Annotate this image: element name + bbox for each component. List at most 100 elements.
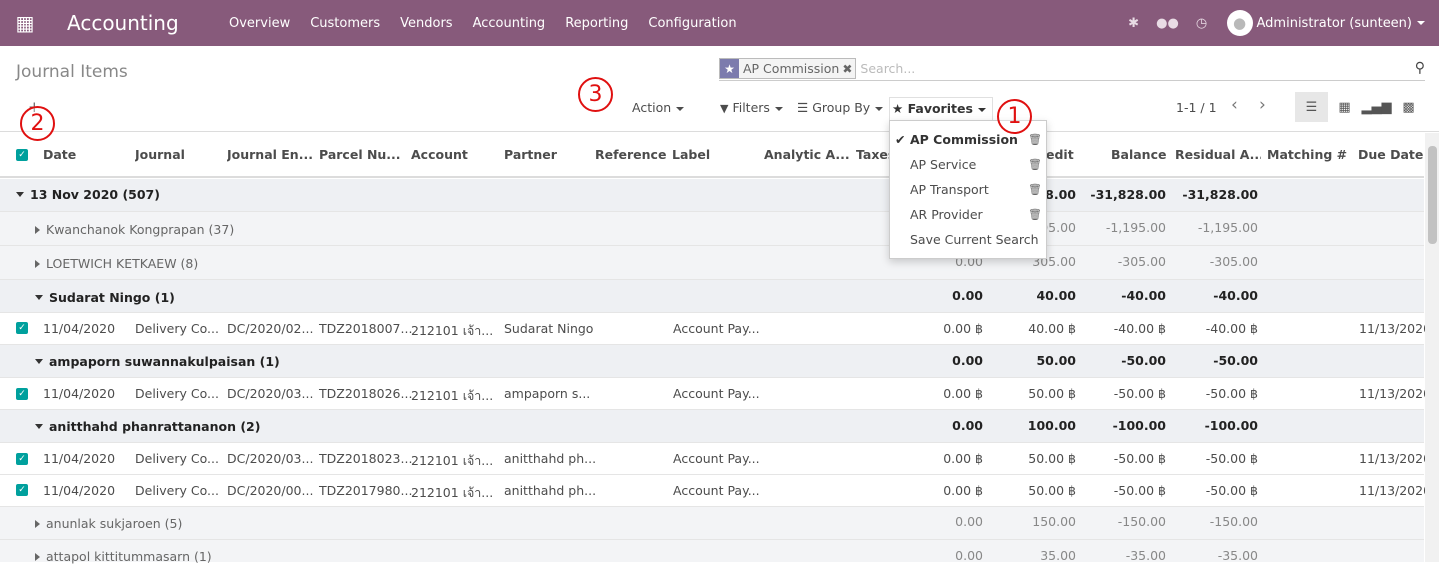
clock-icon[interactable]: ◷ xyxy=(1185,16,1219,31)
group-row[interactable]: ampaporn suwannakulpaisan (1) 0.00 50.00… xyxy=(0,345,1424,378)
col-account[interactable]: Account xyxy=(411,147,497,162)
caret-right-icon xyxy=(35,553,40,561)
cell-date: 11/04/2020 xyxy=(43,321,116,336)
chevron-left-icon[interactable]: ‹ xyxy=(1231,95,1238,115)
row-checkbox[interactable]: ✓ xyxy=(16,388,28,400)
bug-icon[interactable]: ✱ xyxy=(1117,16,1151,31)
col-residual-amount[interactable]: Residual A... xyxy=(1175,147,1261,162)
trash-icon[interactable]: 🗑 xyxy=(1028,158,1042,171)
row-checkbox[interactable]: ✓ xyxy=(16,484,28,496)
group-balance: -35.00 xyxy=(1125,548,1166,563)
pager-value[interactable]: 1-1 / 1 xyxy=(1176,100,1217,115)
user-menu[interactable]: Administrator (sunteen) xyxy=(1257,16,1425,31)
search-bar[interactable]: ★ AP Commission ✖ Search... ⚲ xyxy=(719,57,1425,81)
cell-partner: Sudarat Ningo xyxy=(504,321,594,336)
cell-account: 212101 เจ้า... xyxy=(411,485,494,500)
table-row[interactable]: ✓ 11/04/2020 Delivery Co... DC/2020/03..… xyxy=(0,378,1431,410)
favorite-ap-commission[interactable]: ✔ AP Commission xyxy=(895,132,1018,147)
search-icon[interactable]: ⚲ xyxy=(1415,60,1425,76)
chevron-down-icon xyxy=(676,106,685,111)
cell-partner: anitthahd ph... xyxy=(504,483,597,498)
col-label[interactable]: Label xyxy=(672,147,758,162)
action-button[interactable]: Action xyxy=(632,100,685,115)
cell-label: Account Pay... xyxy=(673,386,760,401)
col-date[interactable]: Date xyxy=(43,147,128,162)
group-row[interactable]: anitthahd phanrattananon (2) 0.00 100.00… xyxy=(0,410,1424,443)
col-journal-entry[interactable]: Journal En... xyxy=(227,147,313,162)
save-current-search[interactable]: Save Current Search xyxy=(910,232,1039,247)
group-row[interactable]: anunlak sukjaroen (5) 0.00 150.00 -150.0… xyxy=(0,507,1424,540)
chevron-right-icon[interactable]: › xyxy=(1259,95,1266,115)
trash-icon[interactable]: 🗑 xyxy=(1028,133,1042,146)
col-credit[interactable]: edit xyxy=(1046,147,1076,162)
menu-customers[interactable]: Customers xyxy=(300,16,390,31)
table-row[interactable]: ✓ 11/04/2020 Delivery Co... DC/2020/03..… xyxy=(0,443,1431,475)
group-row[interactable]: LOETWICH KETKAEW (8) 0.00 305.00 -305.00… xyxy=(0,246,1424,280)
group-label: LOETWICH KETKAEW (8) xyxy=(35,256,198,271)
group-residual: -150.00 xyxy=(1209,514,1258,529)
group-row[interactable]: attapol kittitummasarn (1) 0.00 35.00 -3… xyxy=(0,540,1424,564)
list-view-icon[interactable]: ☰ xyxy=(1295,92,1328,122)
facet-value: AP Commission xyxy=(743,61,840,76)
search-input[interactable]: Search... xyxy=(860,61,915,76)
col-due-date[interactable]: Due Date xyxy=(1358,147,1424,162)
col-matching-number[interactable]: Matching # xyxy=(1267,147,1353,162)
avatar[interactable]: ● xyxy=(1226,10,1253,36)
menu-reporting[interactable]: Reporting xyxy=(555,16,638,31)
cell-credit: 50.00 ฿ xyxy=(1028,386,1076,401)
group-balance: -1,195.00 xyxy=(1105,220,1166,235)
group-row[interactable]: 13 Nov 2020 (507) 31,828.00 -31,828.00 -… xyxy=(0,179,1424,212)
select-all-checkbox[interactable]: ✓ xyxy=(16,149,28,161)
favorite-ap-service[interactable]: AP Service xyxy=(910,157,976,172)
scrollbar-thumb[interactable] xyxy=(1428,146,1437,244)
trash-icon[interactable]: 🗑 xyxy=(1028,208,1042,221)
col-partner[interactable]: Partner xyxy=(504,147,590,162)
menu-vendors[interactable]: Vendors xyxy=(390,16,462,31)
menu-accounting[interactable]: Accounting xyxy=(463,16,556,31)
menu-overview[interactable]: Overview xyxy=(219,16,300,31)
list-bars-icon: ☰ xyxy=(797,100,809,115)
kanban-view-icon[interactable]: ▩ xyxy=(1392,92,1425,122)
pivot-view-icon[interactable]: ▦ xyxy=(1328,92,1361,122)
trash-icon[interactable]: 🗑 xyxy=(1028,183,1042,196)
annotation-badge-2: 2 xyxy=(20,106,55,141)
col-balance[interactable]: Balance xyxy=(1111,147,1171,162)
table-row[interactable]: ✓ 11/04/2020 Delivery Co... DC/2020/00..… xyxy=(0,475,1431,507)
apps-grid-icon[interactable]: ▦ xyxy=(0,0,50,46)
systray: ✱ ●● ◷ ● Administrator (sunteen) xyxy=(1117,0,1439,46)
cell-balance: -50.00 ฿ xyxy=(1113,386,1166,401)
filters-button[interactable]: ▼ Filters xyxy=(720,100,783,115)
favorites-button[interactable]: ★ Favorites xyxy=(889,97,993,120)
row-checkbox[interactable]: ✓ xyxy=(16,453,28,465)
col-journal[interactable]: Journal xyxy=(135,147,221,162)
group-row[interactable]: Kwanchanok Kongprapan (37) 1,195.00 -1,1… xyxy=(0,212,1424,246)
cell-date: 11/04/2020 xyxy=(43,386,116,401)
group-balance: -40.00 xyxy=(1121,288,1166,303)
table-row[interactable]: ✓ 11/04/2020 Delivery Co... DC/2020/02..… xyxy=(0,313,1431,345)
graph-view-icon[interactable]: ▂▄▆ xyxy=(1360,92,1393,122)
cell-account: 212101 เจ้า... xyxy=(411,388,494,403)
row-checkbox[interactable]: ✓ xyxy=(16,322,28,334)
cell-journal: Delivery Co... xyxy=(135,483,219,498)
cell-journal-entry: DC/2020/03... xyxy=(227,451,314,466)
cell-journal-entry: DC/2020/03... xyxy=(227,386,314,401)
control-panel: Journal Items + ★ AP Commission ✖ Search… xyxy=(0,46,1439,132)
cell-balance: -50.00 ฿ xyxy=(1113,483,1166,498)
col-taxes[interactable]: Taxes xyxy=(856,147,890,162)
chat-icon[interactable]: ●● xyxy=(1151,16,1185,31)
favorite-ap-transport[interactable]: AP Transport xyxy=(910,182,989,197)
menu-configuration[interactable]: Configuration xyxy=(638,16,746,31)
group-by-button[interactable]: ☰ Group By xyxy=(797,100,884,115)
col-analytic-account[interactable]: Analytic A... xyxy=(764,147,850,162)
favorite-label: AP Commission xyxy=(910,132,1018,147)
favorite-ar-provider[interactable]: AR Provider xyxy=(910,207,983,222)
cell-balance: -40.00 ฿ xyxy=(1113,321,1166,336)
cell-debit: 0.00 ฿ xyxy=(943,386,983,401)
app-title[interactable]: Accounting xyxy=(67,11,219,35)
col-reference[interactable]: Reference xyxy=(595,147,675,162)
cell-debit: 0.00 ฿ xyxy=(943,483,983,498)
cell-due-date: 11/13/2020 xyxy=(1359,386,1432,401)
col-parcel-number[interactable]: Parcel Nu... xyxy=(319,147,405,162)
group-row[interactable]: Sudarat Ningo (1) 0.00 40.00 -40.00 -40.… xyxy=(0,280,1424,313)
close-icon[interactable]: ✖ xyxy=(842,62,855,76)
